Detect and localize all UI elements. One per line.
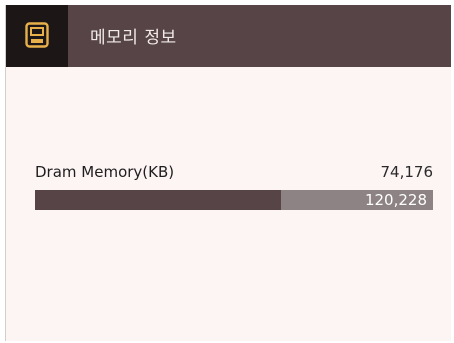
page-title: 메모리 정보: [90, 28, 177, 48]
header-bar: 메모리 정보: [6, 5, 451, 67]
memory-label: Dram Memory(KB): [35, 163, 175, 181]
memory-used-value: 74,176: [380, 163, 434, 181]
memory-info-window: 메모리 정보 Dram Memory(KB) 74,176 120,228: [5, 5, 451, 341]
memory-total-value: 120,228: [364, 191, 427, 209]
memory-usage-bar: 120,228: [35, 190, 433, 210]
header-icon-box: [6, 5, 68, 67]
memory-usage-bar-fill: [35, 190, 281, 210]
memory-card-icon: [25, 22, 49, 48]
